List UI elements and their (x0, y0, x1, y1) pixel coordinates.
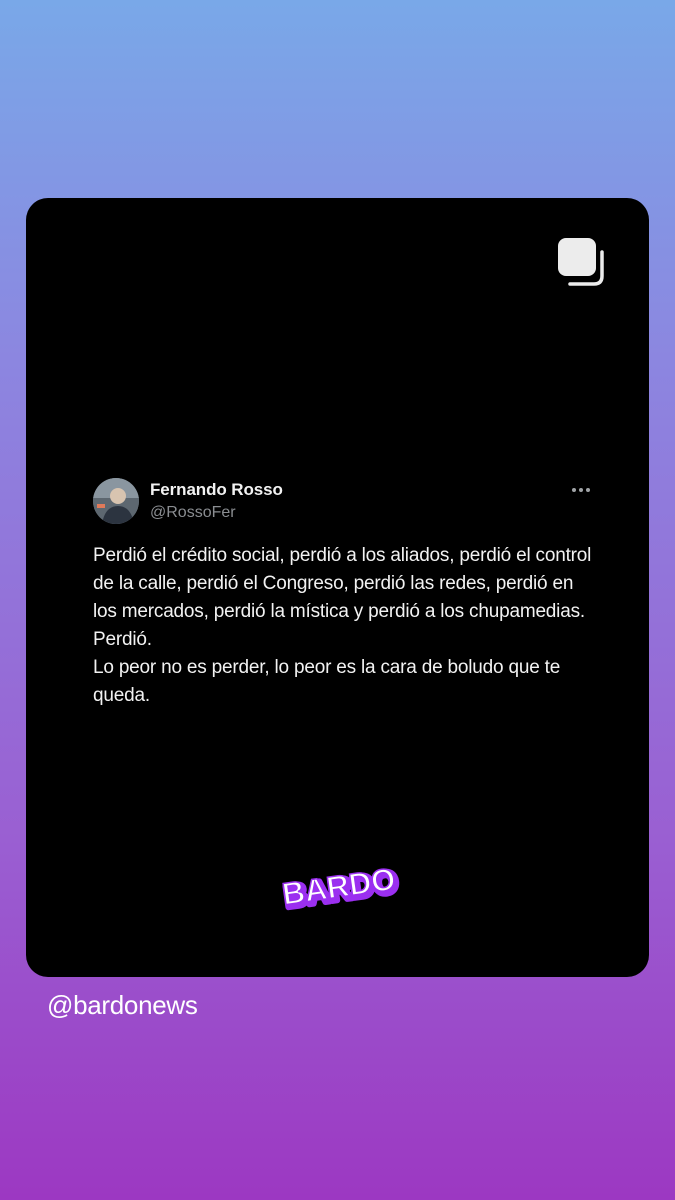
carousel-icon (558, 238, 604, 286)
author-handle[interactable]: @RossoFer (150, 504, 236, 522)
more-options-icon[interactable] (571, 484, 591, 496)
avatar (93, 478, 139, 524)
post-card[interactable]: Fernando Rosso @RossoFer Perdió el crédi… (26, 198, 649, 977)
avatar-image (93, 478, 139, 524)
logo-text: BARDO (280, 861, 397, 911)
bardo-logo: BARDO BARDO (279, 861, 403, 918)
account-handle[interactable]: @bardonews (47, 990, 198, 1021)
tweet-paragraph: Perdió el crédito social, perdió a los a… (93, 545, 592, 650)
tweet-paragraph: Lo peor no es perder, lo peor es la cara… (93, 657, 561, 706)
tweet-screenshot: Fernando Rosso @RossoFer Perdió el crédi… (93, 478, 593, 710)
author-name[interactable]: Fernando Rosso (150, 480, 283, 500)
tweet-text: Perdió el crédito social, perdió a los a… (93, 542, 593, 710)
tweet-header: Fernando Rosso @RossoFer (93, 478, 593, 530)
